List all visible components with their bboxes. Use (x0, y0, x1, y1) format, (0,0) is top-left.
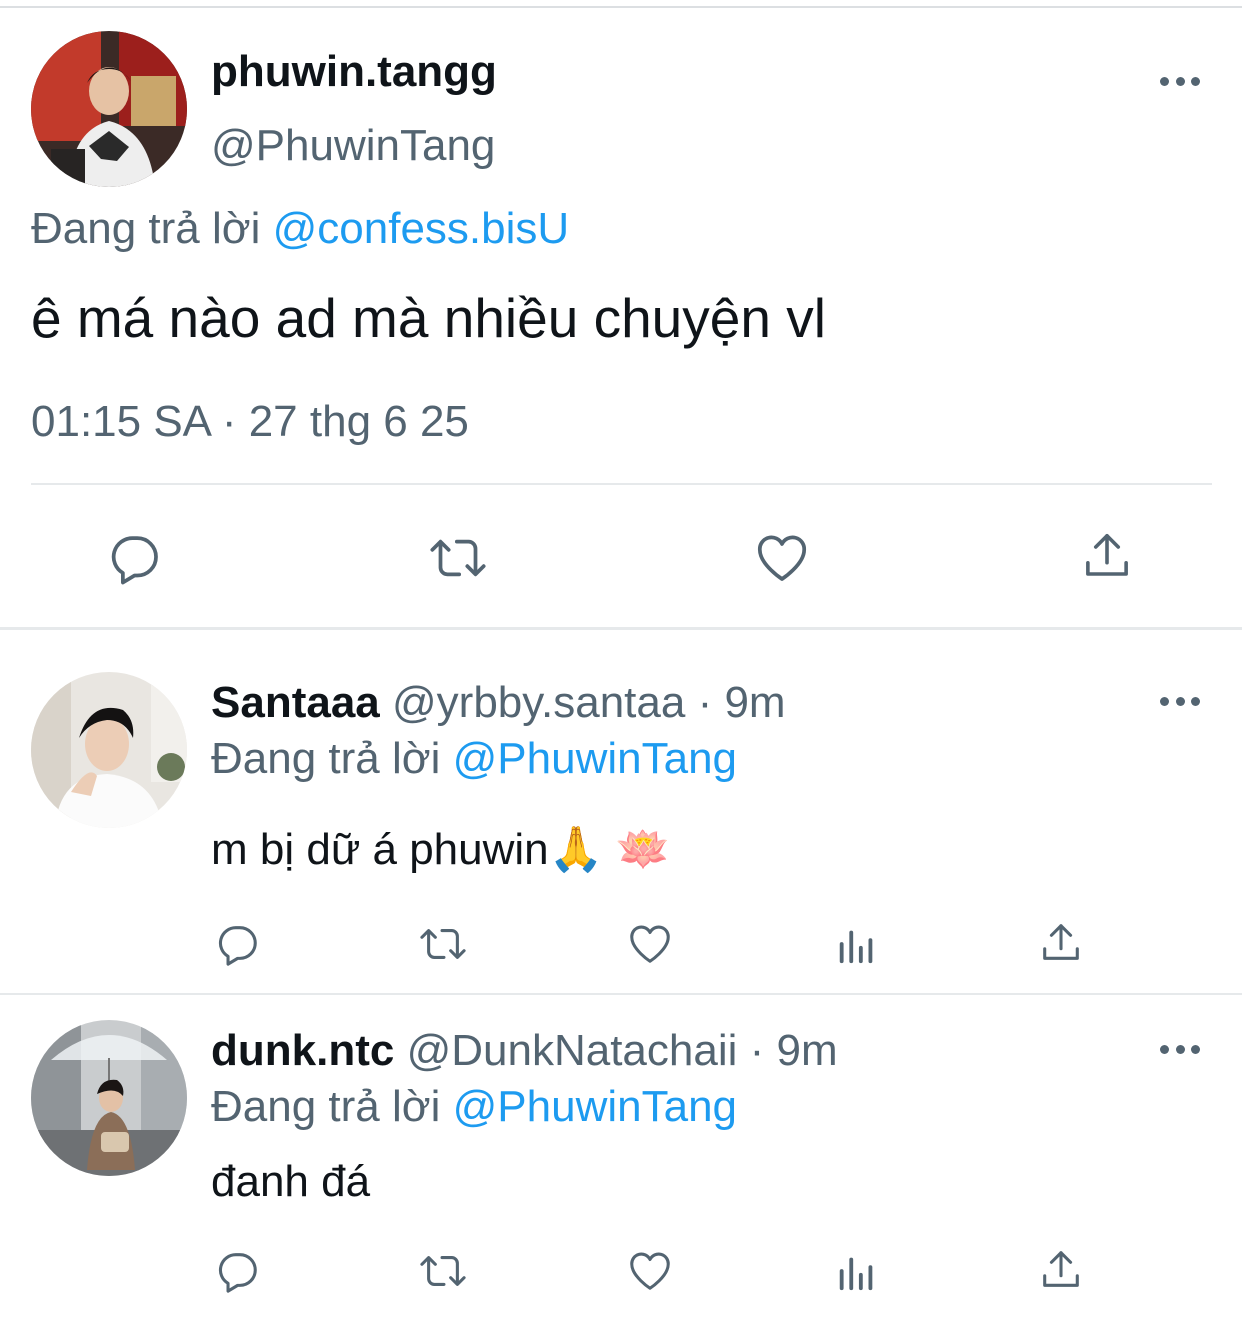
main-display-name[interactable]: phuwin.tangg (211, 46, 497, 98)
main-divider (31, 483, 1212, 485)
main-handle[interactable]: @PhuwinTang (211, 120, 495, 172)
retweet-icon[interactable] (424, 530, 492, 586)
reply-2-display-name[interactable]: dunk.ntc (211, 1026, 394, 1075)
like-icon[interactable] (752, 530, 812, 586)
avatar-reply-1[interactable] (31, 672, 187, 828)
more-options-icon[interactable] (1160, 1042, 1200, 1056)
replying-to-link[interactable]: @PhuwinTang (453, 734, 737, 783)
retweet-icon[interactable] (414, 1248, 472, 1294)
replying-to-link[interactable]: @confess.bisU (273, 204, 570, 253)
reply-icon[interactable] (214, 1248, 262, 1294)
reply-1-replying-line: Đang trả lời @PhuwinTang (211, 733, 737, 785)
reply-icon[interactable] (214, 921, 262, 967)
main-tweet-text: ê má nào ad mà nhiều chuyện vl (31, 287, 826, 349)
retweet-icon[interactable] (414, 921, 472, 967)
avatar-reply-2[interactable] (31, 1020, 187, 1176)
replying-prefix: Đang trả lời (211, 734, 441, 783)
reply-2-handle[interactable]: @DunkNatachaii (407, 1026, 738, 1075)
replying-prefix: Đang trả lời (211, 1082, 441, 1131)
main-replying-line: Đang trả lời @confess.bisU (31, 203, 569, 255)
views-icon[interactable] (834, 921, 880, 967)
reply-1-header: Santaaa @yrbby.santaa · 9m (211, 677, 786, 729)
reply-2-replying-line: Đang trả lời @PhuwinTang (211, 1081, 737, 1133)
reply-2-text: đanh đá (211, 1157, 371, 1206)
share-icon[interactable] (1038, 1247, 1084, 1293)
like-icon[interactable] (625, 921, 675, 967)
like-icon[interactable] (625, 1248, 675, 1294)
share-icon[interactable] (1080, 528, 1134, 584)
reply-icon[interactable] (106, 530, 164, 586)
replying-prefix: Đang trả lời (31, 204, 261, 253)
section-divider (0, 627, 1242, 630)
reply-2-time[interactable]: · 9m (750, 1026, 838, 1075)
reply-divider (0, 993, 1242, 995)
top-divider (0, 6, 1242, 8)
more-options-icon[interactable] (1160, 694, 1200, 708)
reply-2-header: dunk.ntc @DunkNatachaii · 9m (211, 1025, 838, 1077)
share-icon[interactable] (1038, 920, 1084, 966)
avatar-main[interactable] (31, 31, 187, 187)
reply-1-display-name[interactable]: Santaaa (211, 678, 380, 727)
reply-1-handle[interactable]: @yrbby.santaa (392, 678, 685, 727)
replying-to-link[interactable]: @PhuwinTang (453, 1082, 737, 1131)
reply-1-time[interactable]: · 9m (698, 678, 786, 727)
main-timestamp[interactable]: 01:15 SA · 27 thg 6 25 (31, 396, 469, 448)
views-icon[interactable] (834, 1248, 880, 1294)
reply-1-text: m bị dữ á phuwin🙏 🪷 (211, 825, 671, 874)
more-options-icon[interactable] (1160, 74, 1200, 88)
